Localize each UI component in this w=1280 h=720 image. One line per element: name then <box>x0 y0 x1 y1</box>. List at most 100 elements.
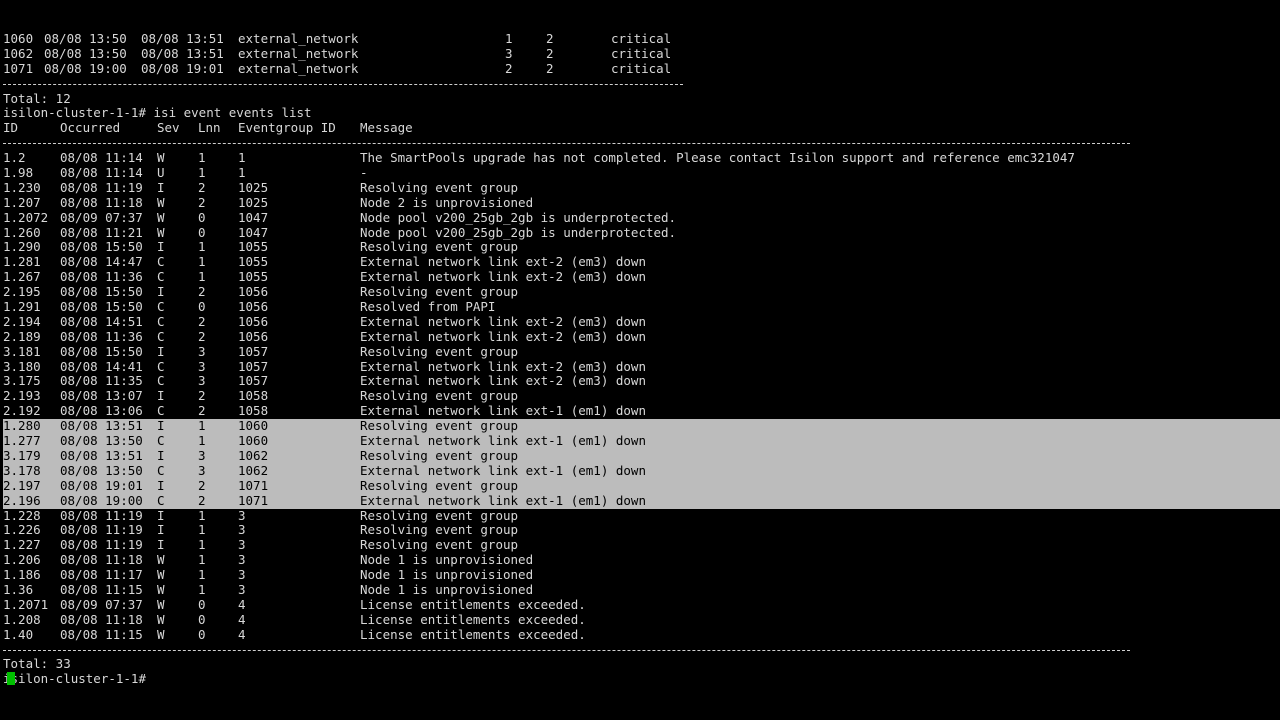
cell-msg: - <box>360 166 368 181</box>
event-group-row: 1062 08/08 13:50 08/08 13:51 external_netwo… <box>3 47 1280 62</box>
cell-occurred: 08/08 11:19 <box>60 508 143 523</box>
cell-eg: 1062 <box>238 463 269 478</box>
cell-occurred: 08/08 11:14 <box>60 166 143 181</box>
table-row[interactable]: 1.207 08/08 11:18 W 2 1025 Node 2 is unprovis… <box>3 196 1280 211</box>
cell-occurred: 08/08 19:01 <box>60 478 143 493</box>
event-group-severity: critical <box>611 61 672 76</box>
cell-sev: W <box>157 151 165 166</box>
cell-msg: Node 1 is unprovisioned <box>360 553 534 568</box>
table-row[interactable]: 1.228 08/08 11:19 I 1 3 Resolving event group <box>3 509 1280 524</box>
table-row[interactable]: 2.192 08/08 13:06 C 2 1058 External network l… <box>3 404 1280 419</box>
cell-sev: W <box>157 195 165 210</box>
cell-occurred: 08/08 11:18 <box>60 553 143 568</box>
event-group-id: 1060 <box>3 32 34 46</box>
cell-lnn: 1 <box>198 166 206 181</box>
cell-occurred: 08/08 13:07 <box>60 389 143 404</box>
table-row[interactable]: 2.195 08/08 15:50 I 2 1056 Resolving event gr… <box>3 285 1280 300</box>
cell-msg: External network link ext-2 (em3) down <box>360 329 646 344</box>
header-lnn: Lnn <box>198 121 221 136</box>
table-row[interactable]: 3.178 08/08 13:50 C 3 1062 External network l… <box>3 463 1280 479</box>
table-row[interactable]: 1.2071 08/09 07:37 W 0 4 License entitlements… <box>3 598 1280 613</box>
cell-eg: 4 <box>238 627 246 642</box>
events-table: 1.2 08/08 11:14 W 1 1 The SmartPools upgrade … <box>3 151 1280 642</box>
cell-id: 2.192 <box>3 404 41 419</box>
table-row[interactable]: 3.179 08/08 13:51 I 3 1062 Resolving event gr… <box>3 448 1280 464</box>
cell-eg: 3 <box>238 508 246 523</box>
cell-lnn: 2 <box>198 478 206 493</box>
cell-lnn: 0 <box>198 225 206 240</box>
cell-id: 2.189 <box>3 329 41 344</box>
cell-lnn: 0 <box>198 300 206 315</box>
cell-sev: C <box>157 493 165 508</box>
cell-occurred: 08/08 11:36 <box>60 329 143 344</box>
cell-occurred: 08/08 15:50 <box>60 300 143 315</box>
table-row[interactable]: 1.2072 08/09 07:37 W 0 1047 Node pool v200_25… <box>3 211 1280 226</box>
cell-eg: 1055 <box>238 255 269 270</box>
table-row[interactable]: 1.226 08/08 11:19 I 1 3 Resolving event group <box>3 523 1280 538</box>
cell-id: 3.175 <box>3 374 41 389</box>
cell-msg: Node 1 is unprovisioned <box>360 582 534 597</box>
cell-occurred: 08/08 13:51 <box>60 419 143 434</box>
table-row[interactable]: 3.181 08/08 15:50 I 3 1057 Resolving event gr… <box>3 345 1280 360</box>
table-row[interactable]: 1.40 08/08 11:15 W 0 4 License entitlements e… <box>3 628 1280 643</box>
cell-eg: 1060 <box>238 434 269 449</box>
cell-sev: C <box>157 314 165 329</box>
cell-msg: Node pool v200_25gb_2gb is underprotecte… <box>360 210 677 225</box>
cell-lnn: 0 <box>198 210 206 225</box>
table-row[interactable]: 1.36 08/08 11:15 W 1 3 Node 1 is unprovisione… <box>3 583 1280 598</box>
event-group-end: 08/08 13:51 <box>141 46 224 61</box>
cell-eg: 1047 <box>238 225 269 240</box>
cell-msg: External network link ext-2 (em3) down <box>360 374 646 389</box>
table-row[interactable]: 1.267 08/08 11:36 C 1 1055 External network l… <box>3 270 1280 285</box>
cell-eg: 1047 <box>238 210 269 225</box>
cell-id: 1.228 <box>3 508 41 523</box>
table-row[interactable]: 2.197 08/08 19:01 I 2 1071 Resolving event gr… <box>3 478 1280 494</box>
cell-msg: External network link ext-2 (em3) down <box>360 359 646 374</box>
table-row[interactable]: 3.180 08/08 14:41 C 3 1057 External network l… <box>3 360 1280 375</box>
event-group-row: 1071 08/08 19:00 08/08 19:01 external_netwo… <box>3 62 1280 77</box>
table-row[interactable]: 1.98 08/08 11:14 U 1 1 - <box>3 166 1280 181</box>
prompt-line[interactable]: isilon-cluster-1-1# <box>3 672 1280 687</box>
table-row[interactable]: 2.194 08/08 14:51 C 2 1056 External network l… <box>3 315 1280 330</box>
cell-lnn: 2 <box>198 404 206 419</box>
cell-lnn: 2 <box>198 329 206 344</box>
table-row[interactable]: 2.196 08/08 19:00 C 2 1071 External network l… <box>3 493 1280 509</box>
table-row[interactable]: 1.206 08/08 11:18 W 1 3 Node 1 is unprovision… <box>3 553 1280 568</box>
cell-id: 1.267 <box>3 270 41 285</box>
cell-sev: I <box>157 419 165 434</box>
cell-occurred: 08/08 14:41 <box>60 359 143 374</box>
table-row[interactable]: 1.230 08/08 11:19 I 2 1025 Resolving event gr… <box>3 181 1280 196</box>
header-id: ID <box>3 121 19 136</box>
table-row[interactable]: 1.281 08/08 14:47 C 1 1055 External network l… <box>3 255 1280 270</box>
table-row[interactable]: 1.280 08/08 13:51 I 1 1060 Resolving event gr… <box>3 419 1280 435</box>
cell-lnn: 2 <box>198 180 206 195</box>
table-row[interactable]: 1.291 08/08 15:50 C 0 1056 Resolved from PAPI <box>3 300 1280 315</box>
cell-msg: Resolving event group <box>360 180 519 195</box>
cell-occurred: 08/08 13:50 <box>60 434 143 449</box>
cell-occurred: 08/08 11:17 <box>60 568 143 583</box>
table-row[interactable]: 1.2 08/08 11:14 W 1 1 The SmartPools upgrade … <box>3 151 1280 166</box>
terminal-window[interactable]: 1060 08/08 13:50 08/08 13:51 external_netwo… <box>3 32 1280 687</box>
cell-eg: 1060 <box>238 419 269 434</box>
cell-id: 1.207 <box>3 195 41 210</box>
cell-sev: W <box>157 568 165 583</box>
table-row[interactable]: 1.290 08/08 15:50 I 1 1055 Resolving event gr… <box>3 240 1280 255</box>
table-row[interactable]: 2.189 08/08 11:36 C 2 1056 External network l… <box>3 330 1280 345</box>
cell-msg: Node 1 is unprovisioned <box>360 568 534 583</box>
text-cursor[interactable] <box>7 672 15 686</box>
table-row[interactable]: 3.175 08/08 11:35 C 3 1057 External network l… <box>3 374 1280 389</box>
table-row[interactable]: 1.208 08/08 11:18 W 0 4 License entitlements … <box>3 613 1280 628</box>
table-row[interactable]: 1.260 08/08 11:21 W 0 1047 Node pool v200_25g… <box>3 226 1280 241</box>
cell-msg: License entitlements exceeded. <box>360 627 586 642</box>
table-row[interactable]: 2.193 08/08 13:07 I 2 1058 Resolving event gr… <box>3 389 1280 404</box>
table-row[interactable]: 1.227 08/08 11:19 I 1 3 Resolving event group <box>3 538 1280 553</box>
cell-lnn: 2 <box>198 285 206 300</box>
cell-occurred: 08/08 15:50 <box>60 285 143 300</box>
table-row[interactable]: 1.186 08/08 11:17 W 1 3 Node 1 is unprovision… <box>3 568 1280 583</box>
cell-msg: External network link ext-1 (em1) down <box>360 404 646 419</box>
cell-id: 1.2072 <box>3 210 49 225</box>
table-row[interactable]: 1.277 08/08 13:50 C 1 1060 External network l… <box>3 434 1280 449</box>
cell-lnn: 3 <box>198 359 206 374</box>
event-group-type: external_network <box>238 46 359 61</box>
cell-id: 1.260 <box>3 225 41 240</box>
